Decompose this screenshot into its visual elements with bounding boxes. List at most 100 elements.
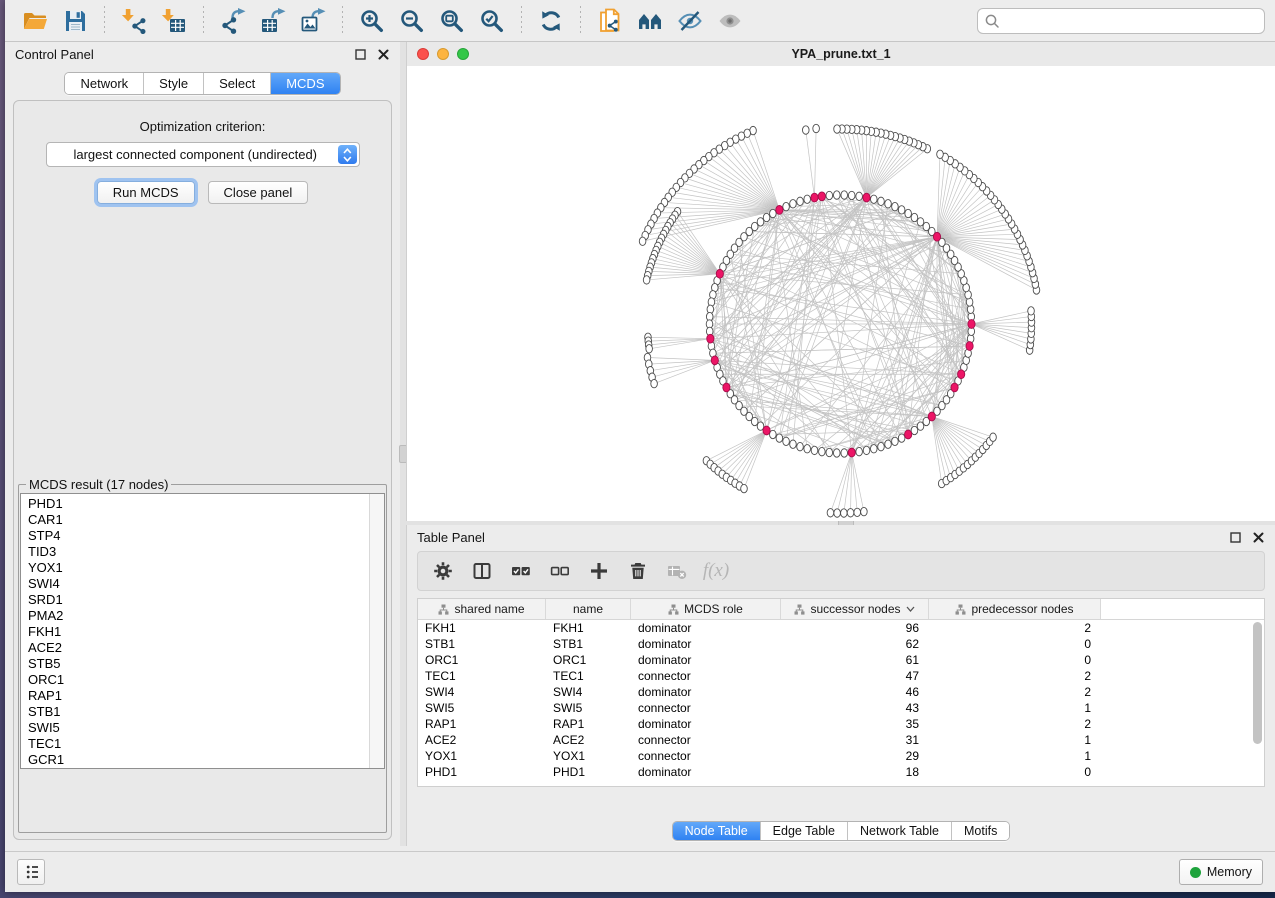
graph-hub-node[interactable] — [716, 269, 723, 278]
table-cell[interactable]: SWI4 — [546, 685, 631, 699]
import-table-button[interactable] — [156, 4, 192, 38]
graph-node[interactable] — [847, 509, 854, 517]
mcds-result-item[interactable]: STB5 — [28, 656, 384, 672]
table-cell[interactable]: 18 — [781, 765, 929, 779]
graph-node[interactable] — [885, 440, 892, 448]
graph-node[interactable] — [871, 445, 878, 453]
delete-column-button[interactable] — [623, 556, 653, 586]
graph-hub-node[interactable] — [723, 383, 730, 392]
export-table-button[interactable] — [255, 4, 291, 38]
graph-hub-node[interactable] — [711, 356, 718, 365]
graph-node[interactable] — [892, 202, 899, 210]
table-cell[interactable]: connector — [631, 733, 781, 747]
toggle-panel-button[interactable] — [467, 556, 497, 586]
graph-node[interactable] — [911, 426, 918, 434]
show-all-button[interactable] — [712, 4, 748, 38]
column-header-shared-name[interactable]: shared name — [418, 599, 546, 619]
graph-node[interactable] — [770, 209, 777, 217]
table-row[interactable]: FKH1FKH1dominator962 — [418, 620, 1264, 636]
table-cell[interactable]: TEC1 — [418, 669, 546, 683]
table-cell[interactable]: 61 — [781, 653, 929, 667]
table-row[interactable]: RAP1RAP1dominator352 — [418, 716, 1264, 732]
graph-hub-node[interactable] — [905, 430, 912, 439]
graph-hub-node[interactable] — [863, 193, 870, 202]
close-panel-button[interactable] — [376, 47, 390, 61]
graph-hub-node[interactable] — [707, 334, 714, 343]
graph-node[interactable] — [911, 213, 918, 221]
graph-node[interactable] — [833, 449, 840, 457]
table-cell[interactable]: 1 — [929, 749, 1101, 763]
hide-selected-button[interactable] — [672, 4, 708, 38]
table-cell[interactable]: connector — [631, 749, 781, 763]
memory-button[interactable]: Memory — [1179, 859, 1263, 885]
graph-node[interactable] — [783, 202, 790, 210]
table-cell[interactable]: SWI4 — [418, 685, 546, 699]
close-panel-button-mcds[interactable]: Close panel — [208, 181, 309, 204]
table-row[interactable]: ORC1ORC1dominator610 — [418, 652, 1264, 668]
window-minimize-traffic-light[interactable] — [437, 48, 449, 60]
graph-hub-node[interactable] — [966, 342, 973, 351]
table-cell[interactable]: 31 — [781, 733, 929, 747]
graph-node[interactable] — [811, 446, 818, 454]
graph-node[interactable] — [892, 437, 899, 445]
table-cell[interactable]: YOX1 — [418, 749, 546, 763]
first-neighbors-button[interactable] — [632, 4, 668, 38]
table-row[interactable]: STB1STB1dominator620 — [418, 636, 1264, 652]
graph-node[interactable] — [1028, 307, 1035, 315]
graph-node[interactable] — [643, 276, 650, 284]
mcds-result-item[interactable]: STP4 — [28, 528, 384, 544]
table-cell[interactable]: 35 — [781, 717, 929, 731]
mcds-result-item[interactable]: ACE2 — [28, 640, 384, 656]
graph-node[interactable] — [826, 191, 833, 199]
graph-hub-node[interactable] — [818, 192, 825, 201]
graph-hub-node[interactable] — [968, 320, 975, 329]
column-header-name[interactable]: name — [546, 599, 631, 619]
graph-node[interactable] — [854, 508, 861, 516]
table-row[interactable]: ACE2ACE2connector311 — [418, 732, 1264, 748]
graph-node[interactable] — [783, 437, 790, 445]
mcds-result-item[interactable]: PHD1 — [28, 496, 384, 512]
table-cell[interactable]: dominator — [631, 765, 781, 779]
graph-node[interactable] — [856, 447, 863, 455]
table-cell[interactable]: SWI5 — [546, 701, 631, 715]
refresh-button[interactable] — [533, 4, 569, 38]
window-maximize-traffic-light[interactable] — [457, 48, 469, 60]
table-cell[interactable]: STB1 — [546, 637, 631, 651]
optimization-criterion-dropdown[interactable]: largest connected component (undirected) — [46, 142, 360, 167]
table-cell[interactable]: ACE2 — [418, 733, 546, 747]
open-file-button[interactable] — [17, 4, 53, 38]
table-cell[interactable]: 29 — [781, 749, 929, 763]
graph-node[interactable] — [797, 442, 804, 450]
mcds-result-item[interactable]: SWI4 — [28, 576, 384, 592]
graph-node[interactable] — [898, 206, 905, 214]
table-row[interactable]: SWI5SWI5connector431 — [418, 700, 1264, 716]
graph-hub-node[interactable] — [776, 206, 783, 215]
export-image-button[interactable] — [295, 4, 331, 38]
mcds-result-item[interactable]: CAR1 — [28, 512, 384, 528]
mcds-result-item[interactable]: SWI5 — [28, 720, 384, 736]
table-cell[interactable]: connector — [631, 701, 781, 715]
graph-node[interactable] — [770, 430, 777, 438]
graph-node[interactable] — [741, 484, 748, 492]
table-cell[interactable]: FKH1 — [546, 621, 631, 635]
graph-node[interactable] — [804, 195, 811, 203]
table-cell[interactable]: dominator — [631, 685, 781, 699]
table-cell[interactable]: RAP1 — [418, 717, 546, 731]
table-cell[interactable]: TEC1 — [546, 669, 631, 683]
column-header-MCDS-role[interactable]: MCDS role — [631, 599, 781, 619]
table-scrollbar-thumb[interactable] — [1253, 622, 1262, 744]
mcds-result-item[interactable]: FKH1 — [28, 624, 384, 640]
graph-node[interactable] — [790, 200, 797, 208]
table-cell[interactable]: 62 — [781, 637, 929, 651]
tab-network-table[interactable]: Network Table — [847, 822, 951, 840]
tab-motifs[interactable]: Motifs — [951, 822, 1009, 840]
search-input[interactable] — [1004, 12, 1258, 29]
deselect-all-button[interactable] — [545, 556, 575, 586]
table-float-button[interactable] — [1228, 530, 1242, 544]
graph-node[interactable] — [804, 445, 811, 453]
window-close-traffic-light[interactable] — [417, 48, 429, 60]
column-header-predecessor-nodes[interactable]: predecessor nodes — [929, 599, 1101, 619]
network-graph[interactable] — [407, 66, 1275, 521]
column-header-successor-nodes[interactable]: successor nodes — [781, 599, 929, 619]
mcds-result-item[interactable]: TEC1 — [28, 736, 384, 752]
